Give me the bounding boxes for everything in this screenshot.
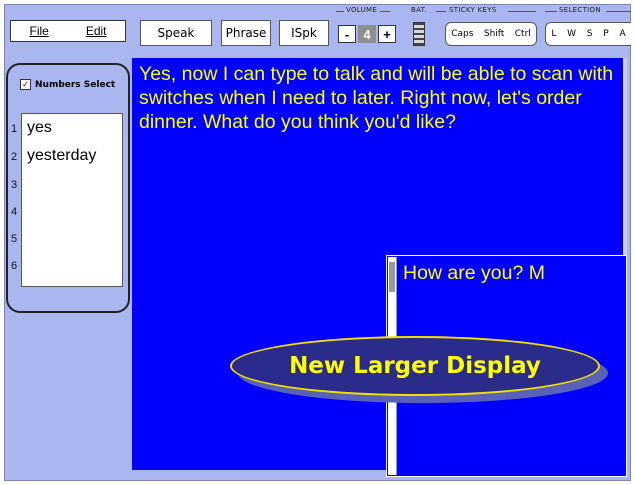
selection-words[interactable]: W (567, 29, 576, 39)
selection-group-line (606, 11, 631, 12)
prediction-number: 5 (11, 233, 18, 245)
ctrl-key[interactable]: Ctrl (515, 29, 531, 39)
shift-key[interactable]: Shift (484, 29, 504, 39)
selection-phrases[interactable]: P (603, 29, 608, 39)
volume-group-line (336, 11, 344, 12)
prediction-list (21, 113, 123, 287)
selection-label: SELECTION (559, 6, 601, 14)
prediction-word-1[interactable]: yes (27, 119, 52, 137)
numbers-select-checkbox[interactable]: ✓ (20, 79, 31, 90)
phrase-button[interactable]: Phrase (221, 20, 271, 46)
prediction-number: 4 (11, 206, 18, 218)
volume-label: VOLUME (346, 6, 378, 14)
speak-button[interactable]: Speak (140, 20, 212, 46)
selection-group: L W S P A (545, 22, 631, 46)
sticky-keys-label: STICKY KEYS (449, 6, 497, 14)
larger-display-scroll-thumb[interactable] (389, 262, 395, 292)
prediction-number: 6 (11, 260, 18, 272)
volume-value: 4 (358, 25, 376, 43)
callout-text: New Larger Display (289, 353, 541, 379)
menu-file[interactable]: File (29, 24, 48, 38)
volume-down-button[interactable]: - (338, 25, 356, 43)
larger-display-text: How are you? M (403, 262, 545, 284)
sticky-keys-group-line (436, 11, 446, 12)
selection-sentences[interactable]: S (587, 29, 593, 39)
selection-all[interactable]: A (619, 29, 625, 39)
battery-icon (413, 22, 425, 46)
sticky-keys-group-line (508, 11, 536, 12)
menu-bar: File Edit (10, 20, 126, 42)
volume-up-button[interactable]: + (378, 25, 396, 43)
selection-group-line (545, 11, 557, 12)
menu-edit[interactable]: Edit (86, 24, 107, 38)
main-display-text: Yes, now I can type to talk and will be … (139, 63, 614, 133)
battery-label: BAT. (411, 6, 427, 14)
caps-key[interactable]: Caps (451, 29, 473, 39)
prediction-number: 3 (11, 179, 18, 191)
prediction-number: 1 (11, 123, 18, 135)
ispk-button[interactable]: ISpk (279, 20, 329, 46)
selection-letters[interactable]: L (551, 29, 556, 39)
sticky-keys-group: Caps Shift Ctrl (445, 22, 537, 46)
main-display-scrollbar[interactable] (623, 58, 627, 258)
prediction-word-2[interactable]: yesterday (27, 147, 96, 165)
prediction-number: 2 (11, 151, 18, 163)
numbers-select-label: Numbers Select (35, 79, 116, 90)
numbers-select-option[interactable]: ✓ Numbers Select (20, 79, 115, 90)
new-larger-display-callout: New Larger Display (230, 336, 600, 396)
volume-group-line (380, 11, 390, 12)
